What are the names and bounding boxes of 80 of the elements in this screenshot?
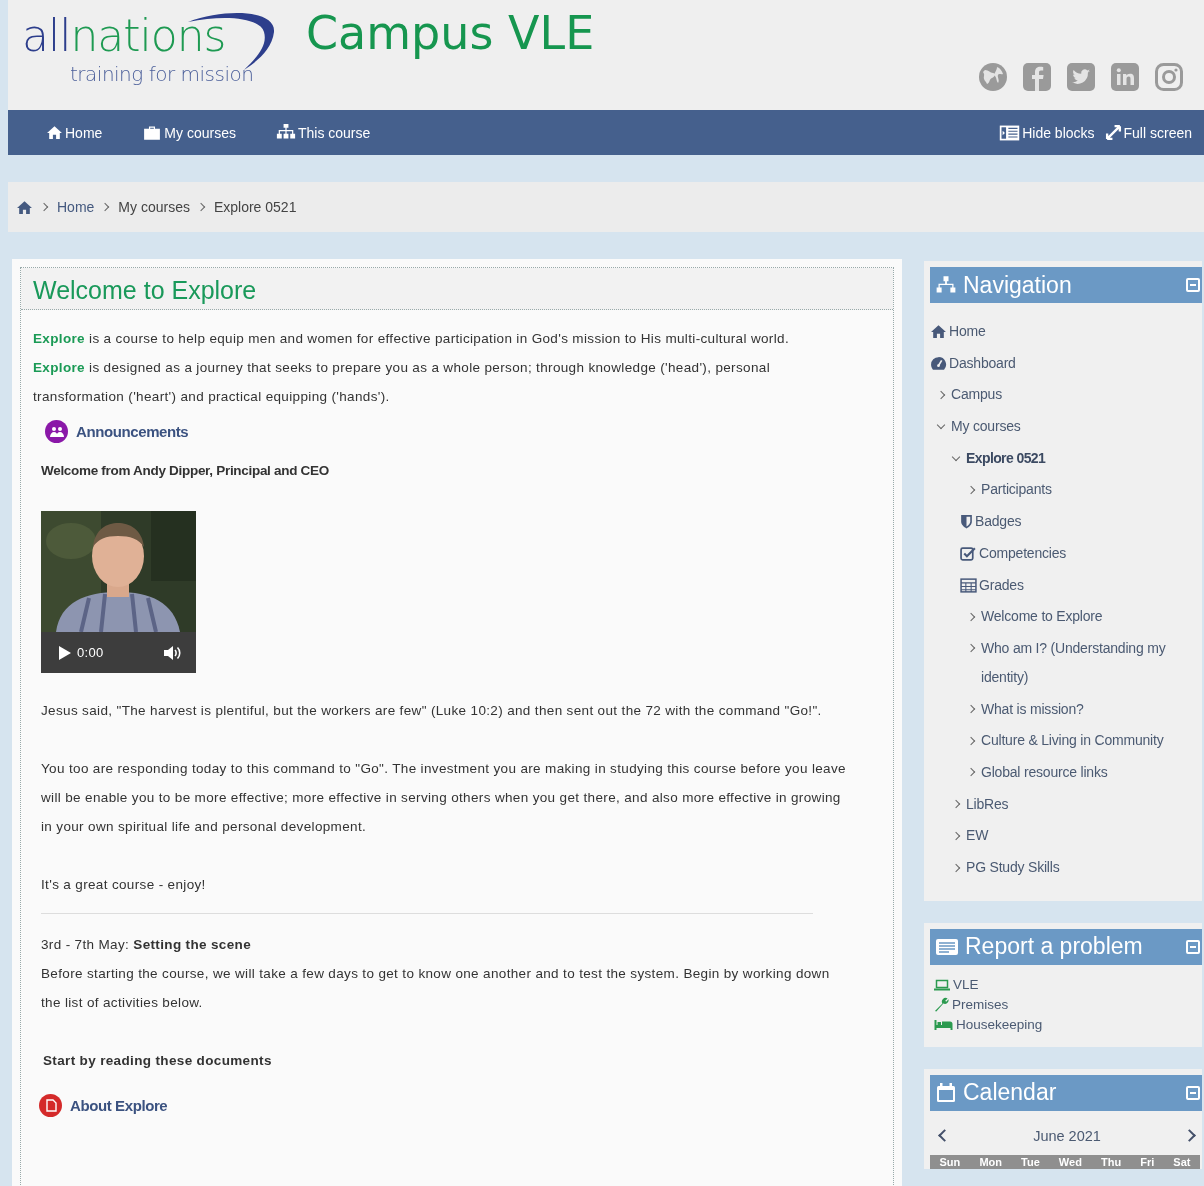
site-title: Campus VLE [306,10,595,62]
block-title: Calendar [963,1079,1057,1107]
weekday-label: Fri [1140,1154,1155,1169]
document-link[interactable]: About Explore [70,1091,168,1120]
weekday-label: Sat [1173,1154,1191,1169]
breadcrumb-link[interactable]: Home [57,199,95,215]
section-title: Welcome to Explore [21,268,893,310]
tree-item[interactable]: Who am I? (Understanding my identity) [981,633,1202,692]
tree-item[interactable]: PG Study Skills [966,853,1060,882]
play-icon[interactable] [59,645,71,660]
collapse-icon[interactable] [1186,1085,1200,1100]
twitter-icon[interactable] [1066,62,1096,92]
breadcrumb-link[interactable]: My courses [118,199,190,215]
video-heading: Welcome from Andy Dipper, Principal and CEO [41,462,330,480]
report-link[interactable]: VLE [953,974,979,995]
bed-icon [934,1018,953,1031]
tree-item[interactable]: Grades [979,570,1024,600]
block-title: Report a problem [965,933,1143,961]
body-paragraph: You too are responding today to this command to "Go". The investment you are making in studying this course before you leave will be enable you to be more effective; more effective in serving others when you get there, and also more effective in growing in your own spiritual life and personal development. [41,760,847,836]
tree-item[interactable]: My courses [951,412,1021,442]
home-icon [16,199,33,215]
block-title: Navigation [963,271,1072,299]
calendar-icon [936,1082,956,1103]
tree-item[interactable]: Dashboard [949,348,1016,378]
nav-link[interactable]: Hide blocks [999,124,1095,141]
collapse-icon[interactable] [1186,278,1200,292]
tree-item[interactable]: Global resource links [981,757,1108,787]
globe-icon[interactable] [978,62,1008,92]
tree-item[interactable]: Welcome to Explore [981,602,1103,632]
wrench-icon [934,997,949,1013]
logo-wordmark: allnations [22,14,226,58]
linkedin-icon[interactable] [1110,62,1140,92]
tree-item[interactable]: EW [966,821,989,851]
home-icon [46,125,63,140]
tree-item[interactable]: Home [949,317,986,346]
nav-link[interactable]: Full screen [1104,124,1192,141]
nav-link[interactable]: My courses [142,124,236,141]
intro-paragraph: Explore is designed as a journey that seeks to prepare you as a whole person; through knowledge ('head'), personal transformation ('heart') and practical equipping ('hands'). [33,359,771,406]
expand-icon [1104,124,1122,141]
sitemap-icon [275,124,296,141]
panel-icon [999,124,1021,141]
video-time: 0:00 [77,644,104,662]
forum-link[interactable]: Announcements [76,417,189,446]
tree-item[interactable]: Badges [975,507,1022,537]
pdf-icon [39,1094,62,1117]
tree-item[interactable]: Participants [981,475,1052,505]
weekday-label: Mon [979,1154,1002,1169]
month-title: June 2021 [1033,1127,1101,1144]
report-link[interactable]: Premises [952,994,1009,1015]
body-paragraph: It's a great course - enjoy! [41,876,207,894]
briefcase-icon [142,124,163,141]
weekday-label: Thu [1100,1154,1122,1169]
facebook-icon[interactable] [1022,62,1052,92]
tree-item[interactable]: Culture & Living in Community [981,726,1164,756]
intro-paragraph: Explore is a course to help equip men and women for effective participation in God's mission to His multi-cultural world. [33,330,790,348]
weekday-label: Tue [1021,1154,1040,1169]
volume-icon[interactable] [164,644,182,661]
sitemap-icon [936,276,956,294]
report-link[interactable]: Housekeeping [956,1014,1043,1035]
tree-item[interactable]: What is mission? [981,694,1084,724]
week-heading: 3rd - 7th May: Setting the scene [41,936,253,954]
forum-icon [45,420,68,443]
documents-heading: Start by reading these documents [43,1052,273,1070]
body-paragraph: Before starting the course, we will take a few days to get to know one another and to test the system. Begin by working down the list of activities below. [41,965,831,1012]
weekday-label: Wed [1058,1154,1082,1169]
instagram-icon[interactable] [1154,62,1184,92]
laptop-icon [934,978,950,991]
body-paragraph: Jesus said, "The harvest is plentiful, but the workers are few" (Luke 10:2) and then sent out the 72 with the command "Go!". [41,702,823,720]
list-icon [936,938,958,955]
nav-link[interactable]: This course [275,124,371,141]
weekday-label: Sun [939,1154,961,1169]
collapse-icon[interactable] [1186,939,1200,954]
tree-item[interactable]: LibRes [966,789,1009,819]
logo-tagline: training for mission [70,62,255,86]
tree-item[interactable]: Campus [951,380,1002,410]
tree-item[interactable]: Explore 0521 [966,443,1046,473]
nav-link[interactable]: Home [46,124,103,141]
video-player[interactable]: 0:00 [41,511,196,673]
tree-item[interactable]: Competencies [979,538,1067,568]
breadcrumb-link[interactable]: Explore 0521 [213,199,297,215]
